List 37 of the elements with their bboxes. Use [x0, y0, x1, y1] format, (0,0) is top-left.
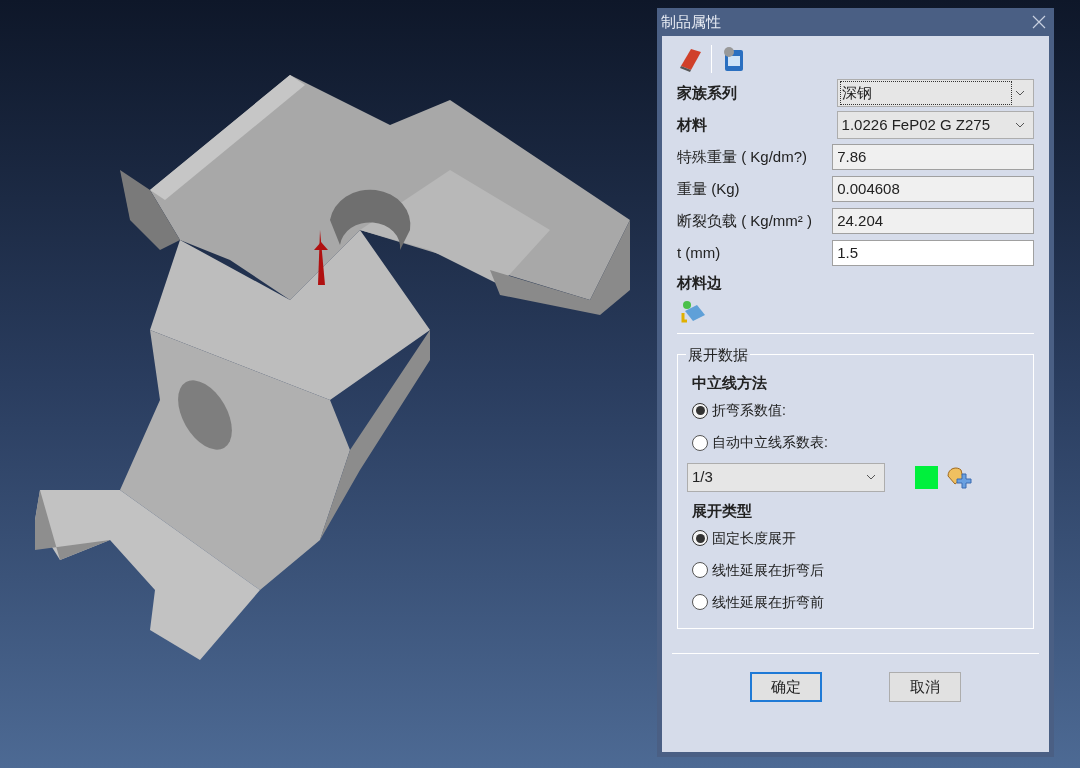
input-field[interactable]: 7.86: [832, 144, 1034, 170]
dropdown-field[interactable]: 深钢: [836, 79, 1034, 107]
field-label: t (mm): [677, 242, 722, 263]
chevron-icon: [1015, 90, 1025, 96]
field-label: 家族系列: [677, 82, 738, 103]
field-label: 特殊重量 ( Kg/dm?): [677, 146, 809, 167]
dialog-title: 制品属性: [661, 11, 721, 32]
field-label: 断裂负载 ( Kg/mm² ): [677, 210, 813, 231]
section-label: 材料边: [677, 273, 723, 293]
section-heading: 中立线方法: [692, 373, 768, 393]
input-field[interactable]: 1.5: [832, 240, 1034, 266]
field-label: 重量 (Kg): [677, 178, 741, 199]
radio-label[interactable]: 固定长度展开: [712, 527, 796, 549]
radio-button[interactable]: [692, 530, 708, 546]
color-swatch[interactable]: [915, 465, 938, 489]
chevron-icon: [1015, 122, 1025, 128]
radio-button[interactable]: [692, 562, 708, 578]
chevron-icon: [866, 474, 876, 480]
field-label: 材料: [677, 114, 708, 135]
radio-button[interactable]: [692, 402, 708, 419]
factor-dropdown[interactable]: 1/3: [687, 462, 885, 492]
input-field[interactable]: 0.004608: [832, 176, 1034, 202]
group-title: 展开数据: [687, 344, 749, 365]
radio-button[interactable]: [692, 434, 708, 451]
hand-plus-icon[interactable]: [945, 464, 972, 490]
dropdown-field[interactable]: 1.0226 FeP02 G Z275: [836, 111, 1034, 139]
radio-label[interactable]: 线性延展在折弯后: [712, 559, 824, 581]
dialog-button[interactable]: 取消: [888, 672, 961, 702]
section-heading: 展开类型: [692, 500, 753, 521]
close-icon[interactable]: [1032, 15, 1046, 29]
input-field[interactable]: 24.204: [832, 208, 1034, 234]
radio-label[interactable]: 线性延展在折弯前: [712, 591, 824, 613]
dialog-button[interactable]: 确定: [750, 672, 823, 702]
radio-label[interactable]: 折弯系数值:: [712, 400, 786, 421]
radio-button[interactable]: [692, 594, 708, 610]
book-icon[interactable]: [677, 46, 703, 72]
radio-label[interactable]: 自动中立线系数表:: [712, 432, 828, 453]
